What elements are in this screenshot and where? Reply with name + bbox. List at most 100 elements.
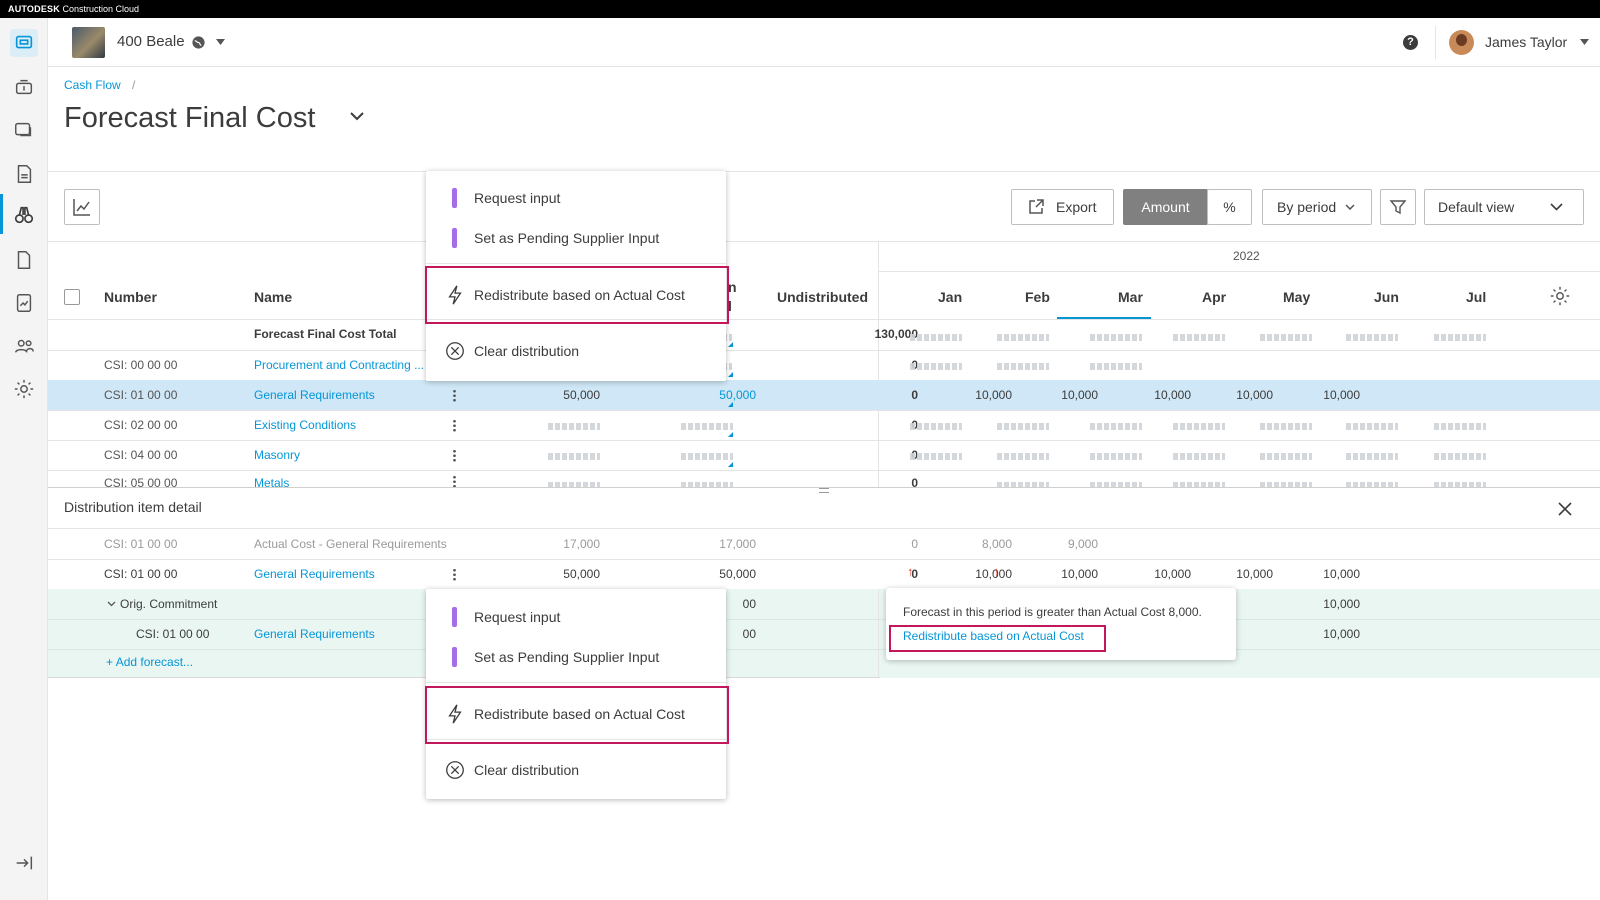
sub-may: 10,000 xyxy=(1323,627,1360,641)
column-header-feb[interactable]: Feb xyxy=(1025,289,1050,305)
column-header-name[interactable]: Name xyxy=(254,289,292,305)
amount-label: Amount xyxy=(1141,199,1190,215)
menu-item-clear-distribution[interactable]: Clear distribution xyxy=(426,331,726,371)
table-top-border xyxy=(48,241,1600,242)
status-purple-bar xyxy=(452,228,457,248)
commitment-row[interactable]: Orig. Commitment 00 0 10,000 xyxy=(48,589,1600,619)
row-feb[interactable]: 10,000 xyxy=(1014,388,1098,402)
panel-title: Distribution item detail xyxy=(64,499,202,515)
column-header-apr[interactable]: Apr xyxy=(1202,289,1226,305)
menu-divider xyxy=(426,263,726,264)
export-button[interactable]: Export xyxy=(1011,189,1114,225)
chart-toggle-button[interactable] xyxy=(64,189,100,225)
close-icon[interactable] xyxy=(1558,502,1572,516)
sub-name-link[interactable]: General Requirements xyxy=(254,627,375,641)
line-chart-icon xyxy=(73,199,90,216)
column-header-undistributed[interactable]: Undistributed xyxy=(777,289,868,305)
menu-item-request-input[interactable]: Request input xyxy=(426,597,726,637)
row-more-icon[interactable] xyxy=(453,475,456,487)
sub-col2: 00 xyxy=(742,627,756,641)
cost-icon[interactable] xyxy=(10,73,38,101)
row-more-icon[interactable] xyxy=(453,449,456,462)
column-header-jul[interactable]: Jul xyxy=(1466,289,1486,305)
column-header-jun[interactable]: Jun xyxy=(1374,289,1399,305)
menu-item-clear-distribution[interactable]: Clear distribution xyxy=(426,750,726,790)
report-icon[interactable] xyxy=(10,289,38,317)
detail-feb[interactable]: 10,000 xyxy=(1014,567,1098,581)
members-icon[interactable] xyxy=(10,332,38,360)
settings-gear-icon[interactable] xyxy=(10,375,38,403)
row-more-icon[interactable] xyxy=(453,389,456,402)
menu-highlight-bottom xyxy=(425,686,729,744)
resize-handle[interactable] xyxy=(819,488,829,493)
detail-may[interactable]: 10,000 xyxy=(1276,567,1360,581)
add-forecast-link[interactable]: + Add forecast... xyxy=(106,655,193,669)
detail-mar[interactable]: 10,000 xyxy=(1107,567,1191,581)
row-number: CSI: 01 00 00 xyxy=(104,388,178,402)
help-icon[interactable]: ? xyxy=(1403,35,1418,50)
detail-apr[interactable]: 10,000 xyxy=(1189,567,1273,581)
breadcrumb[interactable]: Cash Flow xyxy=(64,78,121,92)
row-number: CSI: 04 00 00 xyxy=(104,448,178,462)
page-title: Forecast Final Cost xyxy=(64,102,316,134)
title-chevron-down-icon[interactable] xyxy=(350,112,364,121)
brand-logo: AUTODESK xyxy=(8,4,60,14)
menu-item-pending-supplier[interactable]: Set as Pending Supplier Input xyxy=(426,637,726,677)
row-may[interactable]: 10,000 xyxy=(1276,388,1360,402)
column-header-jan[interactable]: Jan xyxy=(938,289,962,305)
column-header-mar[interactable]: Mar xyxy=(1118,289,1143,305)
masked-value xyxy=(1090,334,1142,341)
detail-name-link[interactable]: General Requirements xyxy=(254,567,375,581)
contracts-icon[interactable] xyxy=(10,160,38,188)
row-name-link[interactable]: Masonry xyxy=(254,448,300,462)
forecast-binoculars-icon[interactable] xyxy=(10,201,38,229)
period-chevron-down-icon xyxy=(1345,204,1355,210)
detail-more-icon[interactable] xyxy=(453,568,456,581)
user-name[interactable]: James Taylor xyxy=(1485,34,1567,50)
column-header-may[interactable]: May xyxy=(1283,289,1310,305)
view-select[interactable]: Default view xyxy=(1424,189,1584,225)
budget-icon[interactable] xyxy=(10,116,38,144)
sub-number: CSI: 01 00 00 xyxy=(136,627,210,641)
sub-item-row[interactable]: CSI: 01 00 00 General Requirements 00 0 … xyxy=(48,619,1600,649)
table-row-selected[interactable]: CSI: 01 00 00 General Requirements 50,00… xyxy=(48,380,1600,410)
masked-value xyxy=(997,453,1049,460)
amount-toggle[interactable]: Amount xyxy=(1123,189,1208,225)
filter-button[interactable] xyxy=(1380,189,1416,225)
menu-item-pending-supplier[interactable]: Set as Pending Supplier Input xyxy=(426,218,726,258)
warning-arrow-up-icon[interactable]: ↑ xyxy=(993,564,1000,579)
export-icon xyxy=(1029,199,1044,214)
row-total-name: Forecast Final Cost Total xyxy=(254,327,397,341)
masked-value xyxy=(1173,334,1225,341)
period-select[interactable]: By period xyxy=(1262,189,1372,225)
menu-item-request-input[interactable]: Request input xyxy=(426,178,726,218)
user-chevron-down-icon[interactable] xyxy=(1580,39,1589,45)
percent-toggle[interactable]: % xyxy=(1207,189,1252,225)
project-thumbnail[interactable] xyxy=(72,27,105,58)
row-jan[interactable]: 10,000 xyxy=(928,388,1012,402)
document-icon[interactable] xyxy=(10,246,38,274)
row-name-link[interactable]: General Requirements xyxy=(254,388,375,402)
column-header-number[interactable]: Number xyxy=(104,289,157,305)
row-number: CSI: 02 00 00 xyxy=(104,418,178,432)
row-more-icon[interactable] xyxy=(453,419,456,432)
row-name-link[interactable]: Procurement and Contracting ... xyxy=(254,358,424,372)
select-all-checkbox[interactable] xyxy=(64,289,80,305)
menu-item-label: Request input xyxy=(474,609,561,625)
expand-nav-icon[interactable] xyxy=(10,849,38,877)
row-name-link[interactable]: Existing Conditions xyxy=(254,418,356,432)
table-settings-gear-icon[interactable] xyxy=(1549,285,1571,307)
table-row[interactable]: CSI: 00 00 00 Procurement and Contractin… xyxy=(48,350,1600,380)
warning-arrow-up-icon[interactable]: ↑ xyxy=(907,564,914,579)
avatar[interactable] xyxy=(1449,30,1474,55)
detail-item-row[interactable]: CSI: 01 00 00 General Requirements 50,00… xyxy=(48,559,1600,589)
project-chevron-down-icon[interactable] xyxy=(216,39,225,45)
row-apr[interactable]: 10,000 xyxy=(1189,388,1273,402)
masked-value xyxy=(1173,423,1225,430)
row-mar[interactable]: 10,000 xyxy=(1107,388,1191,402)
row-col2-link[interactable]: 50,000 xyxy=(668,388,756,402)
collapse-chevron-icon[interactable] xyxy=(107,601,116,607)
row-name-link[interactable]: Metals xyxy=(254,476,289,487)
project-name[interactable]: 400 Beale xyxy=(117,33,185,50)
module-switcher-icon[interactable] xyxy=(10,29,38,57)
